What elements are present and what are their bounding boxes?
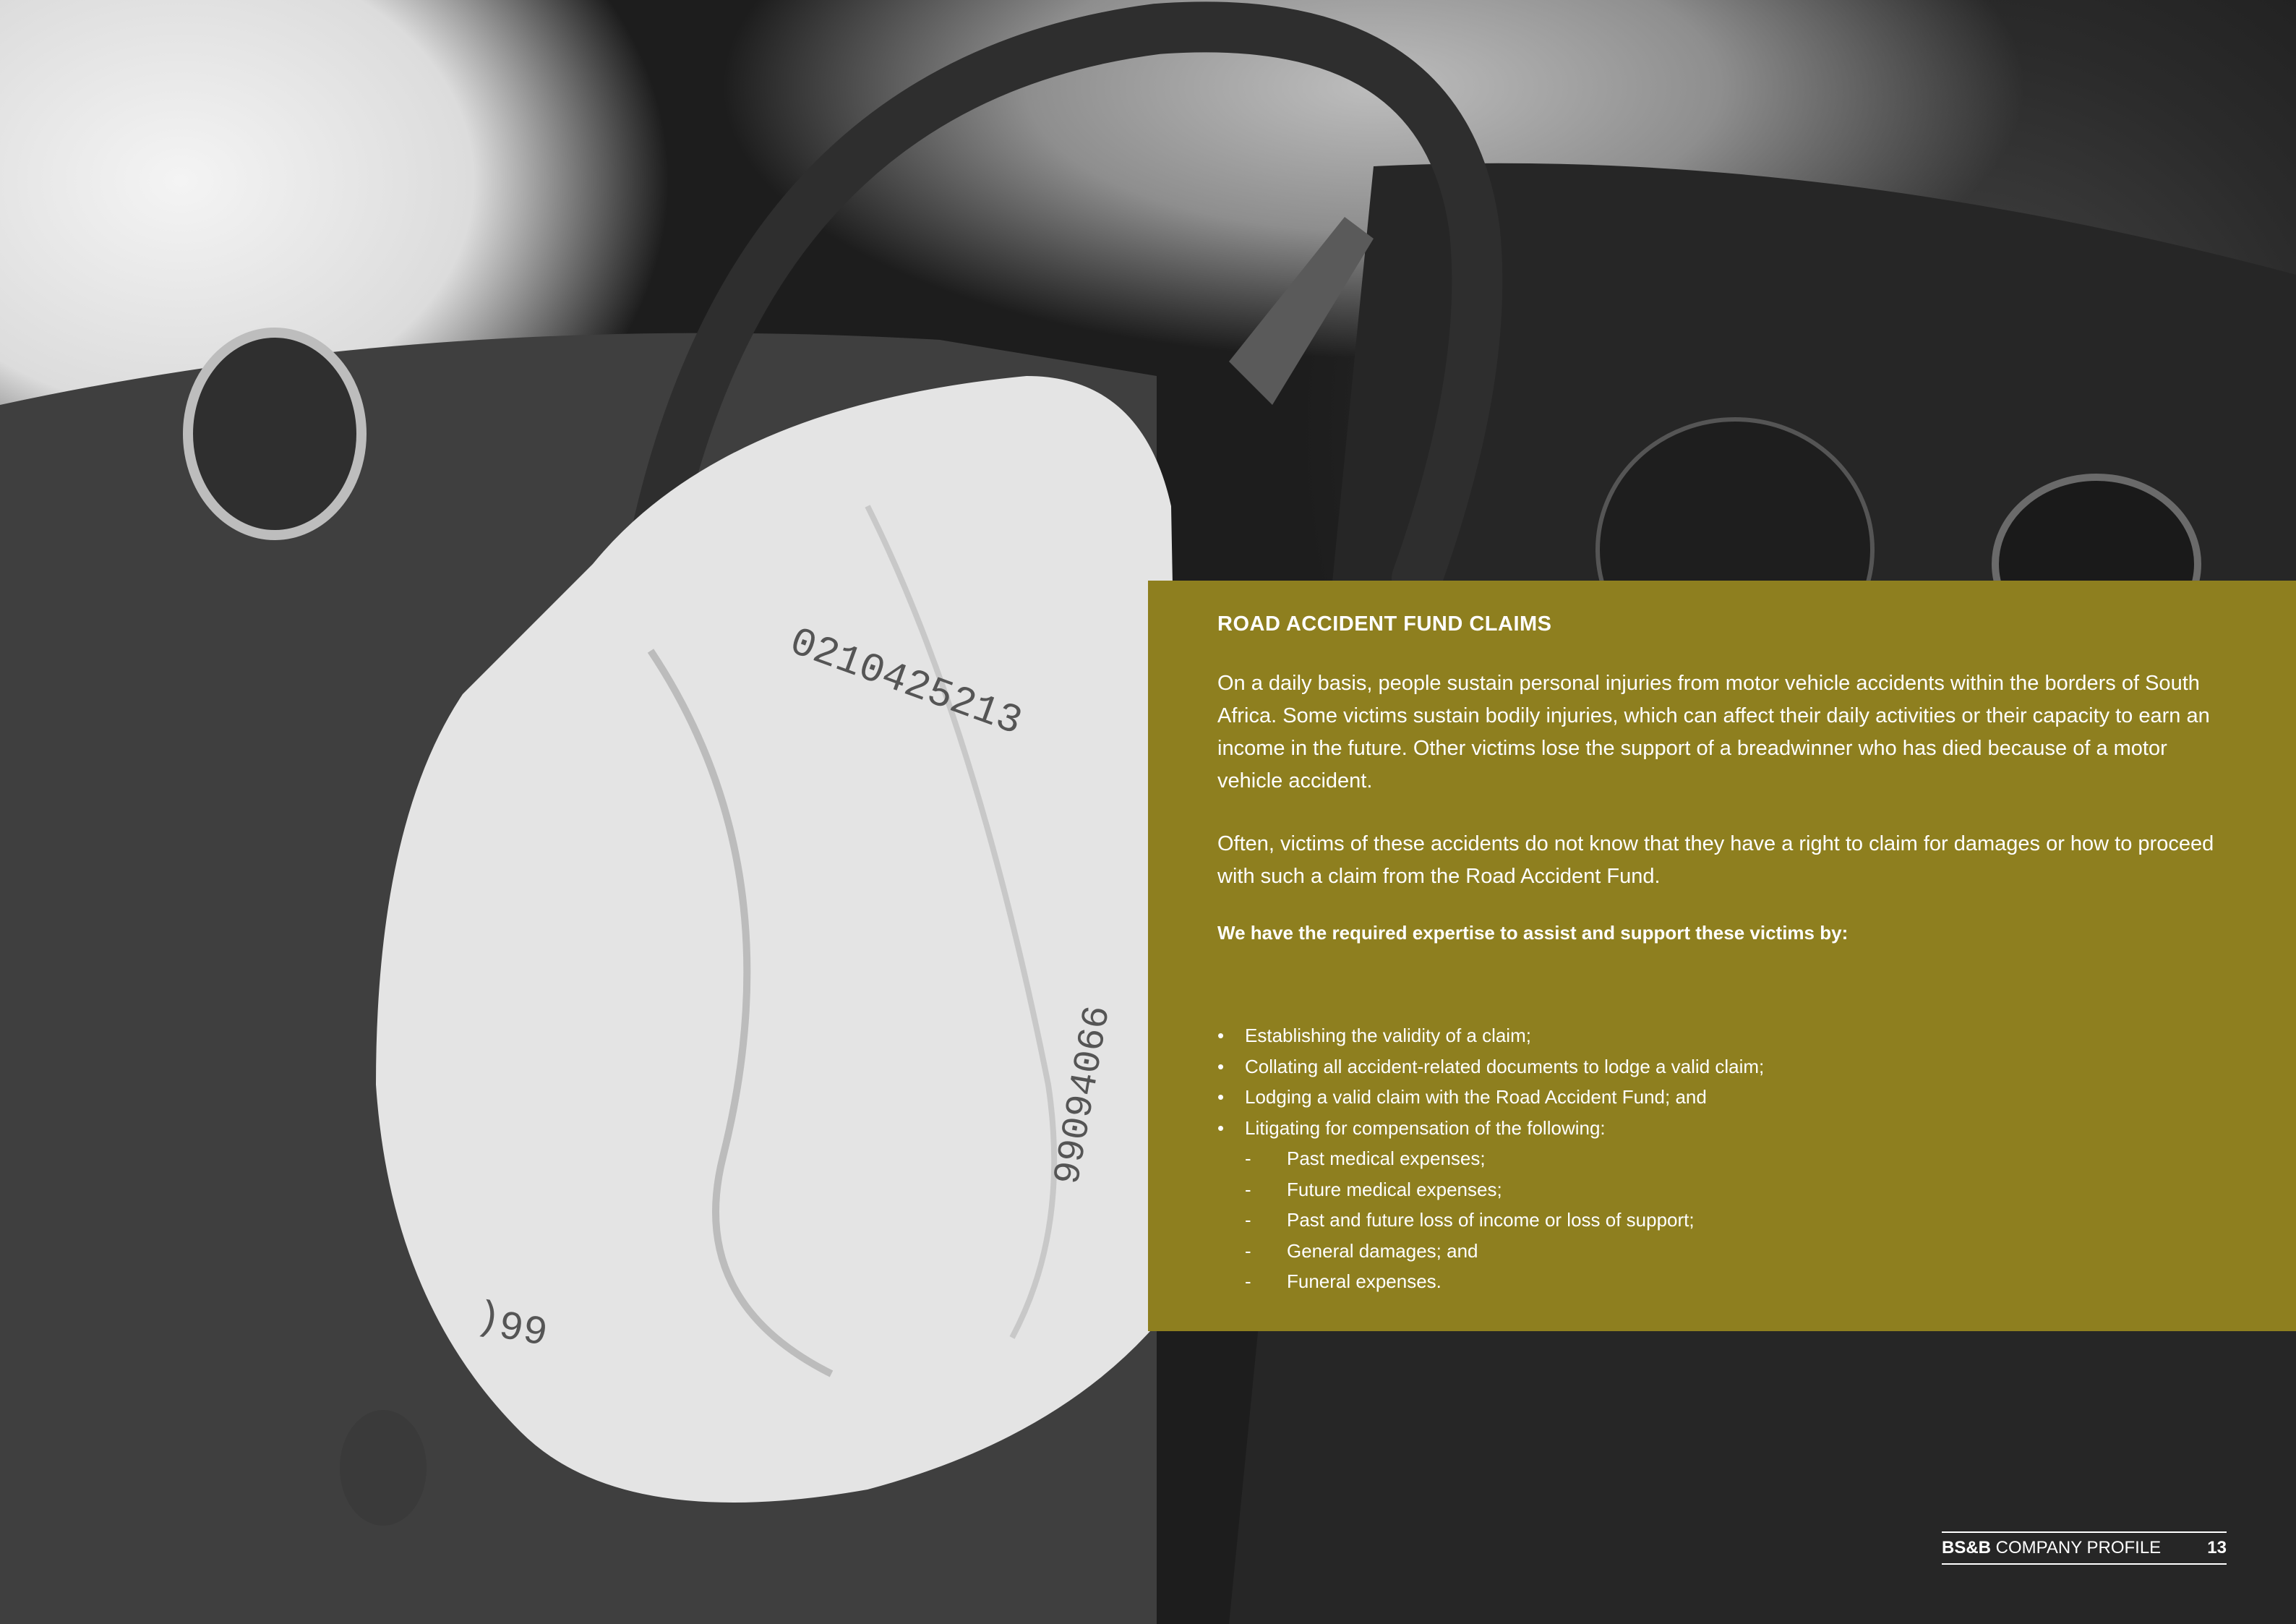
- services-list: • Establishing the validity of a claim; •…: [1217, 1020, 2224, 1297]
- page-number: 13: [2207, 1538, 2227, 1557]
- dash-mark: -: [1245, 1209, 1251, 1231]
- dash-mark: -: [1245, 1148, 1251, 1169]
- sub-item-text: Past and future loss of income or loss o…: [1287, 1209, 1695, 1231]
- sub-list-item: - Future medical expenses;: [1217, 1174, 2224, 1205]
- dash-mark: -: [1245, 1270, 1251, 1292]
- rights-paragraph: Often, victims of these accidents do not…: [1217, 832, 2214, 888]
- dash-mark: -: [1245, 1239, 1251, 1262]
- sub-item-text: General damages; and: [1287, 1239, 1478, 1262]
- steering-wheel-spoke: [1229, 217, 1374, 405]
- sub-item-text: Future medical expenses;: [1287, 1178, 1502, 1200]
- intro-paragraph: On a daily basis, people sustain persona…: [1217, 672, 2210, 792]
- bullet-mark: •: [1217, 1086, 1225, 1108]
- bullet-mark: •: [1217, 1055, 1225, 1077]
- sub-list-item: - Past medical expenses;: [1217, 1143, 2224, 1174]
- footer-brand-bold: BS&B: [1942, 1538, 1992, 1557]
- dash-mark: -: [1245, 1178, 1251, 1200]
- footer-brand-rest: COMPANY PROFILE: [1991, 1538, 2162, 1557]
- footer-brand: BS&B COMPANY PROFILE: [1942, 1538, 2161, 1558]
- list-item: • Collating all accident-related document…: [1217, 1051, 2224, 1082]
- section-title: ROAD ACCIDENT FUND CLAIMS: [1217, 612, 1552, 636]
- sub-list-item: - Funeral expenses.: [1217, 1266, 2224, 1297]
- sub-list-item: - Past and future loss of income or loss …: [1217, 1205, 2224, 1236]
- bullet-mark: •: [1217, 1025, 1225, 1046]
- list-item-text: Establishing the validity of a claim;: [1245, 1025, 1531, 1046]
- left-air-vent: [183, 328, 367, 540]
- sub-item-text: Past medical expenses;: [1287, 1148, 1486, 1169]
- list-item: • Litigating for compensation of the foll…: [1217, 1113, 2224, 1144]
- sub-list-item: - General damages; and: [1217, 1236, 2224, 1267]
- expertise-lead: We have the required expertise to assist…: [1217, 922, 1849, 944]
- list-item-text: Collating all accident-related documents…: [1245, 1055, 1765, 1077]
- bullet-mark: •: [1217, 1116, 1225, 1139]
- page-footer: BS&B COMPANY PROFILE 13: [1942, 1531, 2227, 1565]
- list-item: • Lodging a valid claim with the Road Acc…: [1217, 1082, 2224, 1113]
- gear-lever: [340, 1410, 427, 1526]
- content-panel: ROAD ACCIDENT FUND CLAIMS On a daily bas…: [1148, 581, 2296, 1331]
- list-item-text: Lodging a valid claim with the Road Acci…: [1245, 1086, 1707, 1108]
- list-item: • Establishing the validity of a claim;: [1217, 1020, 2224, 1051]
- list-item-text: Litigating for compensation of the follo…: [1245, 1116, 1606, 1139]
- sub-item-text: Funeral expenses.: [1287, 1270, 1442, 1292]
